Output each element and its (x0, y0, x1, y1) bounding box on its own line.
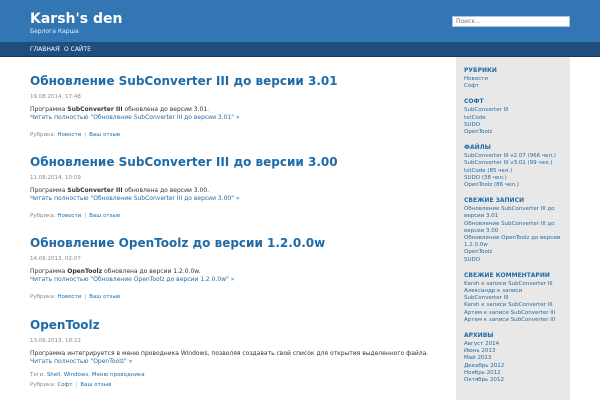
post: Обновление OpenToolz до версии 1.2.0.0w … (30, 236, 430, 300)
sidebar-link[interactable]: OpenToolz (464, 129, 562, 136)
site-title[interactable]: Karsh's den (30, 11, 122, 27)
category-link[interactable]: Новости (57, 294, 81, 300)
sidebar-recent-posts: СВЕЖИЕ ЗАПИСИ Обновление SubConverter II… (464, 197, 562, 264)
read-more-link[interactable]: Читать полностью "Обновление SubConverte… (30, 195, 430, 203)
post-meta: Рубрика: Новости | Ваш отзыв (30, 213, 121, 219)
nav-separator: | (58, 45, 61, 52)
main-content: Обновление SubConverter III до версии 3.… (30, 57, 430, 400)
nav-item-about[interactable]: О САЙТЕ (64, 46, 91, 53)
post-excerpt: Программа интегрируется в меню проводник… (30, 350, 429, 357)
sidebar-link[interactable]: Май 2013 (464, 355, 562, 362)
post-excerpt: Программа OpenToolz обновлена до версии … (30, 268, 201, 275)
sidebar-link[interactable]: txtCode (464, 115, 562, 122)
post-meta: Рубрика: Новости | Ваш отзыв (30, 132, 121, 138)
post-tags: Теги: Shell, Windows, Меню проводника (30, 372, 145, 378)
sidebar-link[interactable]: SubConverter III v3.01 (99 чел.) (464, 160, 562, 167)
sidebar-link[interactable]: Октябрь 2012 (464, 377, 562, 384)
post-meta: Рубрика: Софт | Ваш отзыв (30, 382, 112, 388)
category-link[interactable]: Новости (57, 213, 81, 219)
sidebar-files: ФАЙЛЫ SubConverter III v2.07 (966 чел.) … (464, 144, 562, 189)
tag-link[interactable]: Windows (64, 372, 89, 378)
sidebar-link[interactable]: SubConverter III (464, 295, 562, 302)
sidebar-title: СВЕЖИЕ ЗАПИСИ (464, 197, 525, 205)
read-more-link[interactable]: Читать полностью "Обновление SubConverte… (30, 114, 430, 122)
sidebar-title: СОФТ (464, 98, 484, 106)
comments-link[interactable]: Ваш отзыв (89, 213, 120, 219)
nav-item-home[interactable]: ГЛАВНАЯ (30, 46, 59, 53)
sidebar: РУБРИКИ Новости Софт СОФТ SubConverter I… (456, 57, 570, 400)
post-date: 13.06.2013, 18:22 (30, 338, 81, 344)
sidebar-title: ФАЙЛЫ (464, 144, 491, 152)
sidebar-software: СОФТ SubConverter III txtCode SUDO OpenT… (464, 98, 562, 136)
comments-link[interactable]: Ваш отзыв (89, 132, 120, 138)
post-title[interactable]: Обновление OpenToolz до версии 1.2.0.0w (30, 236, 430, 250)
comments-link[interactable]: Ваш отзыв (80, 382, 111, 388)
sidebar-link[interactable]: OpenToolz (464, 249, 562, 256)
sidebar-link[interactable]: Артем к записи SubConverter III (464, 317, 562, 324)
tag-link[interactable]: Shell (47, 372, 60, 378)
sidebar-link[interactable]: Артем к записи SubConverter III (464, 310, 562, 317)
tag-link[interactable]: Меню проводника (92, 372, 145, 378)
category-link[interactable]: Софт (57, 382, 72, 388)
sidebar-link[interactable]: txtCode (85 чел.) (464, 168, 562, 175)
post-title[interactable]: Обновление SubConverter III до версии 3.… (30, 74, 430, 88)
sidebar-link[interactable]: OpenToolz (86 чел.) (464, 182, 562, 189)
post-date: 19.08.2014, 17:48 (30, 94, 81, 100)
sidebar-link[interactable]: SubConverter III (464, 107, 562, 114)
sidebar-recent-comments: СВЕЖИЕ КОММЕНТАРИИ Karsh к записи SubCon… (464, 272, 562, 324)
sidebar-link[interactable]: версии 3.00 (464, 228, 562, 235)
sidebar-link[interactable]: Обновление SubConverter III до (464, 221, 562, 228)
sidebar-link[interactable]: SUDO (38 чел.) (464, 175, 562, 182)
sidebar-link[interactable]: Обновление OpenToolz до версии (464, 235, 562, 242)
site-header: Karsh's den Берлога Карша (0, 0, 600, 42)
post: OpenToolz 13.06.2013, 18:22 Программа ин… (30, 318, 430, 388)
sidebar-link[interactable]: версии 3.01 (464, 213, 562, 220)
comments-link[interactable]: Ваш отзыв (89, 294, 120, 300)
category-link[interactable]: Новости (57, 132, 81, 138)
post-date: 14.06.2013, 02:07 (30, 256, 81, 262)
sidebar-link[interactable]: Karsh к записи SubConverter III (464, 302, 562, 309)
site-description: Берлога Карша (30, 28, 79, 35)
sidebar-link[interactable]: Софт (464, 83, 562, 90)
main-nav: ГЛАВНАЯ | О САЙТЕ (0, 42, 600, 57)
sidebar-categories: РУБРИКИ Новости Софт (464, 67, 562, 90)
read-more-link[interactable]: Читать полностью "Обновление OpenToolz д… (30, 276, 430, 284)
search-input[interactable] (452, 16, 570, 27)
sidebar-link[interactable]: Обновление SubConverter III до (464, 206, 562, 213)
post-excerpt: Программа SubConverter III обновлена до … (30, 106, 210, 113)
read-more-link[interactable]: Читать полностью "OpenToolz" » (30, 358, 430, 366)
sidebar-link[interactable]: SUDO (464, 122, 562, 129)
sidebar-link[interactable]: Новости (464, 76, 562, 83)
sidebar-link[interactable]: 1.2.0.0w (464, 242, 562, 249)
post-title[interactable]: OpenToolz (30, 318, 430, 332)
sidebar-link[interactable]: SUDO (464, 257, 562, 264)
sidebar-title: АРХИВЫ (464, 332, 494, 340)
sidebar-link[interactable]: Ноябрь 2012 (464, 370, 562, 377)
sidebar-archives: АРХИВЫ Август 2014 Июнь 2013 Май 2013 Де… (464, 332, 562, 384)
sidebar-title: СВЕЖИЕ КОММЕНТАРИИ (464, 271, 550, 279)
post-title[interactable]: Обновление SubConverter III до версии 3.… (30, 155, 430, 169)
sidebar-link[interactable]: Karsh к записи SubConverter III (464, 281, 562, 288)
post-meta: Рубрика: Новости | Ваш отзыв (30, 294, 121, 300)
post-excerpt: Программа SubConverter III обновлена до … (30, 187, 210, 194)
post-date: 11.08.2014, 10:09 (30, 175, 81, 181)
post: Обновление SubConverter III до версии 3.… (30, 74, 430, 138)
sidebar-title: РУБРИКИ (464, 67, 497, 74)
post: Обновление SubConverter III до версии 3.… (30, 155, 430, 219)
sidebar-link[interactable]: Декабрь 2012 (464, 363, 562, 370)
sidebar-link[interactable]: Август 2014 (464, 341, 562, 348)
sidebar-link[interactable]: Александр к записи (464, 288, 562, 295)
sidebar-link[interactable]: SubConverter III v2.07 (966 чел.) (464, 153, 562, 160)
